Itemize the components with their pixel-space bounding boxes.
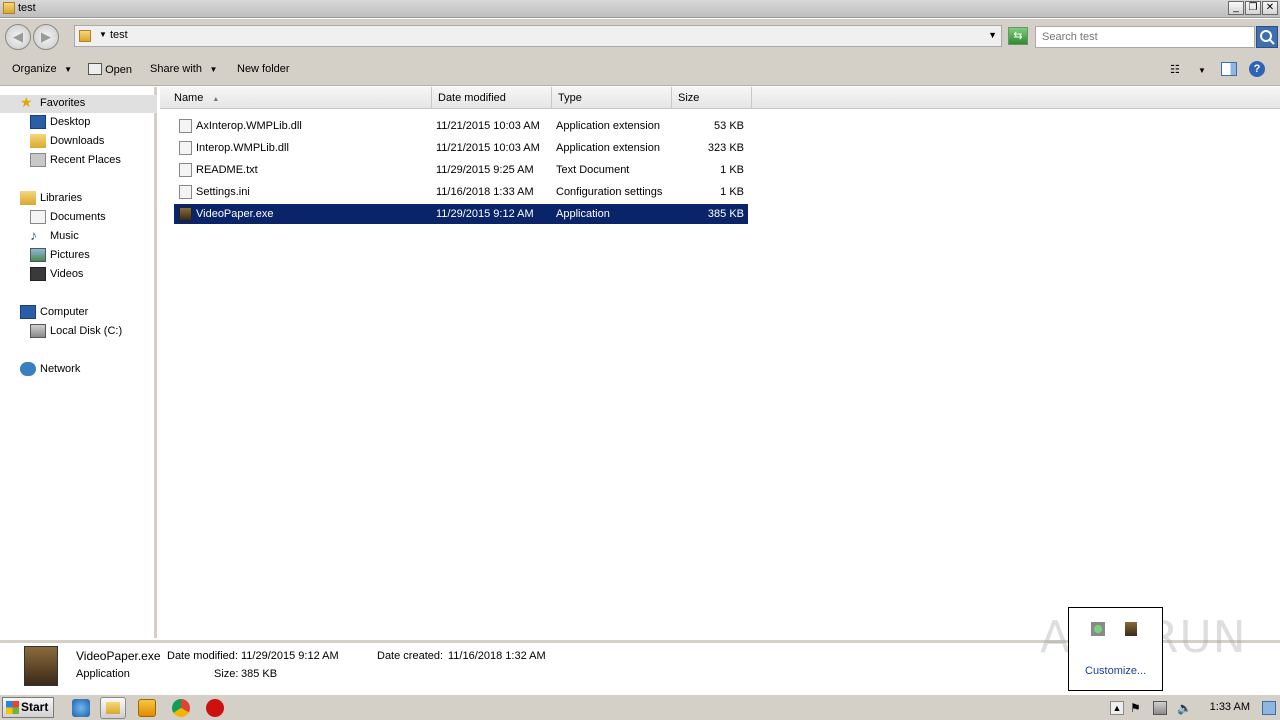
usb-device-icon[interactable] bbox=[1091, 622, 1105, 636]
details-size: 385 KB bbox=[241, 668, 278, 680]
chevron-down-icon[interactable]: ▼ bbox=[1198, 66, 1206, 75]
internet-explorer-icon[interactable] bbox=[72, 699, 90, 717]
star-icon: ★ bbox=[20, 94, 33, 110]
search-box[interactable] bbox=[1035, 26, 1255, 48]
details-date-modified: 11/29/2015 9:12 AM bbox=[241, 650, 339, 662]
videopaper-tray-icon[interactable] bbox=[1125, 622, 1137, 636]
breadcrumb-item[interactable]: test bbox=[110, 29, 128, 41]
column-header-date[interactable]: Date modified bbox=[432, 87, 552, 109]
column-header-type[interactable]: Type bbox=[552, 87, 672, 109]
file-row-selected[interactable]: VideoPaper.exe 11/29/2015 9:12 AM Applic… bbox=[174, 204, 748, 224]
file-list: Name ▲ Date modified Type Size AxInterop… bbox=[160, 87, 1280, 638]
opera-icon[interactable] bbox=[206, 699, 224, 717]
share-with-label: Share with bbox=[150, 63, 202, 75]
downloads-folder-icon bbox=[30, 134, 46, 148]
network-tray-icon[interactable] bbox=[1153, 701, 1167, 715]
music-icon: ♪ bbox=[30, 227, 37, 243]
share-with-button[interactable]: Share with ▼ bbox=[150, 63, 217, 75]
windows-logo-icon bbox=[6, 701, 19, 714]
text-file-icon bbox=[179, 163, 192, 177]
exe-file-icon bbox=[24, 646, 58, 686]
view-options-icon[interactable]: ☷ bbox=[1170, 63, 1180, 76]
show-hidden-icons-icon[interactable]: ▲ bbox=[1110, 701, 1124, 715]
file-row[interactable]: README.txt 11/29/2015 9:25 AM Text Docum… bbox=[174, 160, 748, 180]
pictures-icon bbox=[30, 248, 46, 262]
chrome-icon[interactable] bbox=[172, 699, 190, 717]
customize-link[interactable]: Customize... bbox=[1085, 665, 1146, 677]
taskbar: Start ▲ ⚑ 🔈 1:33 AM bbox=[0, 694, 1280, 720]
volume-icon[interactable]: 🔈 bbox=[1177, 701, 1192, 715]
forward-arrow-icon: ▶ bbox=[41, 29, 51, 44]
window-title: test bbox=[18, 2, 36, 14]
nav-favorites[interactable]: ★ Favorites bbox=[0, 94, 157, 113]
address-row: ◀ ▶ ▼ test ▼ ⇆ bbox=[0, 19, 1280, 54]
computer-icon bbox=[20, 305, 36, 319]
breadcrumb-chevron-icon[interactable]: ▼ bbox=[99, 30, 107, 39]
exe-file-icon bbox=[179, 207, 192, 221]
address-dropdown-icon[interactable]: ▼ bbox=[988, 30, 997, 40]
minimize-button[interactable]: _ bbox=[1228, 1, 1244, 15]
dll-file-icon bbox=[179, 141, 192, 155]
column-header-size[interactable]: Size bbox=[672, 87, 752, 109]
search-icon[interactable] bbox=[1256, 26, 1278, 48]
organize-label: Organize bbox=[12, 63, 57, 75]
preview-pane-icon[interactable] bbox=[1221, 62, 1237, 76]
file-row[interactable]: Settings.ini 11/16/2018 1:33 AM Configur… bbox=[174, 182, 748, 202]
videos-icon bbox=[30, 267, 46, 281]
command-bar: Organize ▼ Open Share with ▼ New folder … bbox=[0, 54, 1280, 86]
explorer-taskbar-button[interactable] bbox=[100, 697, 126, 719]
details-date-created: 11/16/2018 1:32 AM bbox=[448, 650, 546, 662]
dll-file-icon bbox=[179, 119, 192, 133]
refresh-button[interactable]: ⇆ bbox=[1008, 27, 1028, 45]
new-folder-button[interactable]: New folder bbox=[237, 63, 290, 75]
forward-button[interactable]: ▶ bbox=[33, 24, 59, 50]
details-date-modified-label: Date modified: bbox=[167, 650, 238, 662]
details-size-label: Size: bbox=[214, 668, 239, 680]
tray-overflow-popup: Customize... bbox=[1068, 607, 1163, 691]
details-filename: VideoPaper.exe bbox=[76, 649, 161, 663]
file-row[interactable]: Interop.WMPLib.dll 11/21/2015 10:03 AM A… bbox=[174, 138, 748, 158]
navigation-pane: ★ Favorites Desktop Downloads Recent Pla… bbox=[0, 87, 157, 638]
chevron-down-icon: ▼ bbox=[59, 65, 73, 74]
start-button[interactable]: Start bbox=[2, 697, 54, 718]
system-clock[interactable]: 1:33 AM bbox=[1210, 701, 1250, 713]
chevron-down-icon: ▼ bbox=[205, 65, 218, 74]
open-button[interactable]: Open bbox=[88, 63, 132, 76]
open-icon bbox=[88, 63, 102, 75]
search-input[interactable] bbox=[1042, 28, 1242, 46]
folder-icon bbox=[79, 30, 91, 42]
network-icon bbox=[20, 362, 36, 376]
file-row[interactable]: AxInterop.WMPLib.dll 11/21/2015 10:03 AM… bbox=[174, 116, 748, 136]
details-date-created-label: Date created: bbox=[377, 650, 444, 662]
sort-ascending-icon: ▲ bbox=[212, 96, 220, 103]
folder-icon bbox=[3, 2, 15, 14]
documents-icon bbox=[30, 210, 46, 224]
back-arrow-icon: ◀ bbox=[13, 29, 23, 44]
settings-file-icon bbox=[179, 185, 192, 199]
back-button[interactable]: ◀ bbox=[5, 24, 31, 50]
column-header-name[interactable]: Name ▲ bbox=[168, 87, 432, 109]
media-player-icon[interactable] bbox=[138, 699, 156, 717]
drive-icon bbox=[30, 324, 46, 338]
show-desktop-button[interactable] bbox=[1262, 701, 1276, 715]
folder-icon bbox=[106, 702, 120, 714]
details-type: Application bbox=[76, 668, 130, 680]
organize-button[interactable]: Organize ▼ bbox=[12, 63, 72, 75]
recent-places-icon bbox=[30, 153, 46, 167]
open-label: Open bbox=[105, 64, 132, 76]
title-bar: test _ ❐ ✕ bbox=[0, 0, 1280, 18]
close-button[interactable]: ✕ bbox=[1262, 1, 1278, 15]
column-headers: Name ▲ Date modified Type Size bbox=[160, 87, 1280, 109]
restore-button[interactable]: ❐ bbox=[1245, 1, 1261, 15]
libraries-icon bbox=[20, 191, 36, 205]
desktop-icon bbox=[30, 115, 46, 129]
address-bar[interactable]: ▼ test ▼ bbox=[74, 25, 1002, 47]
action-center-flag-icon[interactable]: ⚑ bbox=[1130, 701, 1144, 715]
help-icon[interactable]: ? bbox=[1249, 61, 1265, 77]
